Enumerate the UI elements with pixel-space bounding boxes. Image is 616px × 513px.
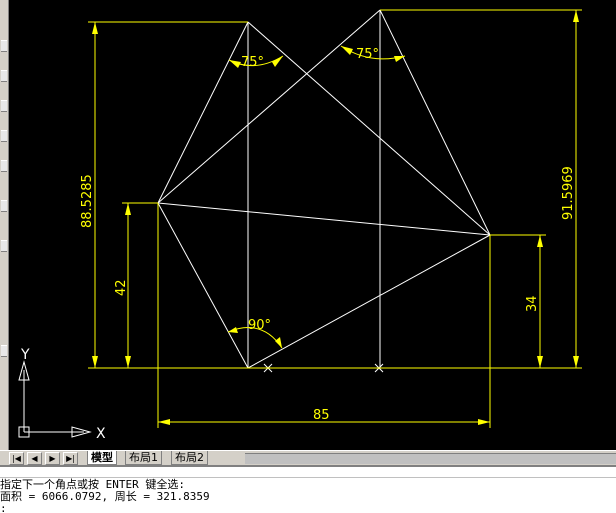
dimension-label-left-inner: 42 xyxy=(114,279,129,296)
edge-line xyxy=(247,234,491,369)
toolbar-button[interactable] xyxy=(1,200,7,212)
arrowhead xyxy=(158,419,170,425)
arrowhead xyxy=(394,56,405,62)
toolbar-button[interactable] xyxy=(1,100,7,112)
dimension-group xyxy=(88,9,582,428)
arrowhead xyxy=(92,356,98,368)
dimension-label-right-total: 91.5969 xyxy=(561,166,576,220)
drawing-canvas[interactable]: 75° 75° 90° 88.5285 42 91.5969 34 85 Y X xyxy=(9,0,616,450)
command-result-text: 面积 = 6066.0792, 周长 = 321.8359 xyxy=(0,490,210,503)
dimension-label-left-total: 88.5285 xyxy=(80,174,95,228)
next-tab-button[interactable]: ▶ xyxy=(45,452,60,465)
arrowhead xyxy=(537,356,543,368)
ucs-icon xyxy=(18,360,92,438)
geometry-group xyxy=(157,9,491,373)
arrowhead xyxy=(125,203,131,215)
edge-line xyxy=(157,21,249,204)
angle-label: 75° xyxy=(356,47,379,62)
left-toolbar xyxy=(0,0,9,450)
first-tab-button[interactable]: |◀ xyxy=(9,452,24,465)
edge-line xyxy=(157,9,381,204)
arrowhead xyxy=(229,60,241,68)
arrowhead xyxy=(228,327,238,333)
arrowhead xyxy=(272,56,283,67)
ucs-y-label: Y xyxy=(20,347,30,363)
tab-model[interactable]: 模型 xyxy=(87,451,117,465)
arrowhead xyxy=(478,419,490,425)
arrowhead xyxy=(125,356,131,368)
arrowhead xyxy=(92,22,98,34)
toolbar-button[interactable] xyxy=(1,70,7,82)
ucs-labels: Y X xyxy=(20,347,106,442)
edge-line xyxy=(379,9,491,236)
toolbar-button[interactable] xyxy=(1,160,7,172)
command-input[interactable]: : xyxy=(0,503,7,513)
arrowhead xyxy=(537,235,543,247)
layout-tab-bar: |◀ ◀ ▶ ▶| 模型 布局1 布局2 xyxy=(0,450,616,465)
last-tab-button[interactable]: ▶| xyxy=(63,452,78,465)
edge-line xyxy=(157,202,249,369)
command-window[interactable]: 指定下一个角点或按 ENTER 键全选: 面积 = 6066.0792, 周长 … xyxy=(0,465,616,513)
toolbar-button[interactable] xyxy=(1,40,7,52)
toolbar-button[interactable] xyxy=(1,345,7,357)
prev-tab-button[interactable]: ◀ xyxy=(27,452,42,465)
toolbar-button[interactable] xyxy=(1,240,7,252)
arrowhead xyxy=(275,337,282,348)
tab-layout2[interactable]: 布局2 xyxy=(171,451,208,465)
arrowhead xyxy=(341,46,353,55)
tab-layout1[interactable]: 布局1 xyxy=(125,451,162,465)
horizontal-scrollbar[interactable] xyxy=(245,453,616,464)
autocad-window: 75° 75° 90° 88.5285 42 91.5969 34 85 Y X xyxy=(0,0,616,513)
ucs-x-label: X xyxy=(96,426,106,442)
arrowhead xyxy=(573,10,579,22)
angle-label: 90° xyxy=(248,318,271,333)
dimension-label-right-inner: 34 xyxy=(525,295,540,312)
arrowhead xyxy=(573,356,579,368)
toolbar-button[interactable] xyxy=(1,130,7,142)
drawing-svg: 75° 75° 90° 88.5285 42 91.5969 34 85 Y X xyxy=(18,9,582,442)
dimension-label-bottom: 85 xyxy=(313,408,330,423)
diagonal-line xyxy=(157,202,491,236)
angle-label: 75° xyxy=(241,55,264,70)
